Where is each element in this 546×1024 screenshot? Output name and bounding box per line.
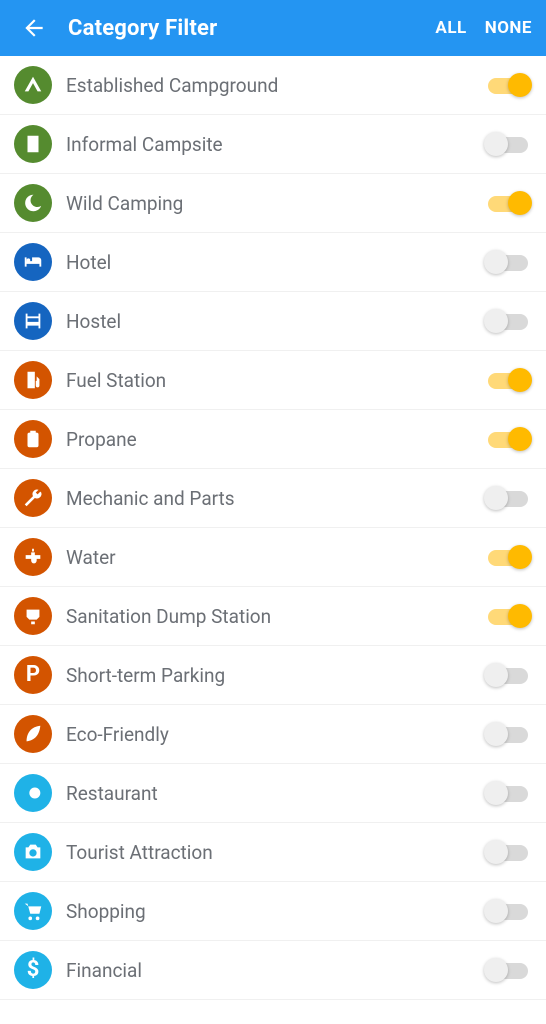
toggle-sanitation-dump[interactable]: [484, 602, 532, 630]
category-label: Tourist Attraction: [66, 841, 484, 864]
leaf-icon: [14, 715, 52, 753]
category-row-financial: $ Financial: [0, 941, 546, 1000]
category-label: Mechanic and Parts: [66, 487, 484, 510]
category-label: Sanitation Dump Station: [66, 605, 484, 628]
dollar-icon: $: [14, 951, 52, 989]
bunk-icon: [14, 302, 52, 340]
category-label: Fuel Station: [66, 369, 484, 392]
toggle-restaurant[interactable]: [484, 779, 532, 807]
category-label: Financial: [66, 959, 484, 982]
category-label: Informal Campsite: [66, 133, 484, 156]
category-label: Hotel: [66, 251, 484, 274]
wrench-icon: [14, 479, 52, 517]
category-row-water: Water: [0, 528, 546, 587]
dining-icon: [14, 774, 52, 812]
category-row-hostel: Hostel: [0, 292, 546, 351]
category-label: Water: [66, 546, 484, 569]
building-icon: [14, 125, 52, 163]
propane-icon: [14, 420, 52, 458]
cart-icon: [14, 892, 52, 930]
category-row-short-term-parking: P Short-term Parking: [0, 646, 546, 705]
category-row-sanitation-dump: Sanitation Dump Station: [0, 587, 546, 646]
tent-icon: [14, 66, 52, 104]
back-button[interactable]: [14, 8, 54, 48]
select-all-button[interactable]: ALL: [435, 18, 466, 38]
category-row-hotel: Hotel: [0, 233, 546, 292]
category-label: Short-term Parking: [66, 664, 484, 687]
category-label: Eco-Friendly: [66, 723, 484, 746]
category-row-fuel-station: Fuel Station: [0, 351, 546, 410]
back-arrow-icon: [21, 15, 47, 41]
toggle-fuel-station[interactable]: [484, 366, 532, 394]
category-row-restaurant: Restaurant: [0, 764, 546, 823]
app-header: Category Filter ALL NONE: [0, 0, 546, 56]
select-none-button[interactable]: NONE: [485, 18, 532, 38]
page-title: Category Filter: [68, 16, 417, 41]
toggle-propane[interactable]: [484, 425, 532, 453]
category-row-mechanic-and-parts: Mechanic and Parts: [0, 469, 546, 528]
category-label: Wild Camping: [66, 192, 484, 215]
category-list: Established Campground Informal Campsite W…: [0, 56, 546, 1024]
faucet-icon: [14, 538, 52, 576]
category-label: Established Campground: [66, 74, 484, 97]
category-row-eco-friendly: Eco-Friendly: [0, 705, 546, 764]
category-row-wild-camping: Wild Camping: [0, 174, 546, 233]
bed-icon: [14, 243, 52, 281]
toggle-established-campground[interactable]: [484, 71, 532, 99]
category-row-established-campground: Established Campground: [0, 56, 546, 115]
toggle-informal-campsite[interactable]: [484, 130, 532, 158]
category-label: Hostel: [66, 310, 484, 333]
category-label: Restaurant: [66, 782, 484, 805]
category-row-informal-campsite: Informal Campsite: [0, 115, 546, 174]
toggle-financial[interactable]: [484, 956, 532, 984]
toggle-water[interactable]: [484, 543, 532, 571]
toggle-short-term-parking[interactable]: [484, 661, 532, 689]
camera-icon: [14, 833, 52, 871]
toggle-hotel[interactable]: [484, 248, 532, 276]
toggle-wild-camping[interactable]: [484, 189, 532, 217]
category-row-propane: Propane: [0, 410, 546, 469]
toggle-hostel[interactable]: [484, 307, 532, 335]
toggle-eco-friendly[interactable]: [484, 720, 532, 748]
category-row-shopping: Shopping: [0, 882, 546, 941]
fuel-icon: [14, 361, 52, 399]
category-label: Propane: [66, 428, 484, 451]
moon-icon: [14, 184, 52, 222]
category-row-tourist-attraction: Tourist Attraction: [0, 823, 546, 882]
dump-icon: [14, 597, 52, 635]
category-label: Shopping: [66, 900, 484, 923]
toggle-mechanic-and-parts[interactable]: [484, 484, 532, 512]
letter-p-icon: P: [14, 656, 52, 694]
toggle-tourist-attraction[interactable]: [484, 838, 532, 866]
toggle-shopping[interactable]: [484, 897, 532, 925]
